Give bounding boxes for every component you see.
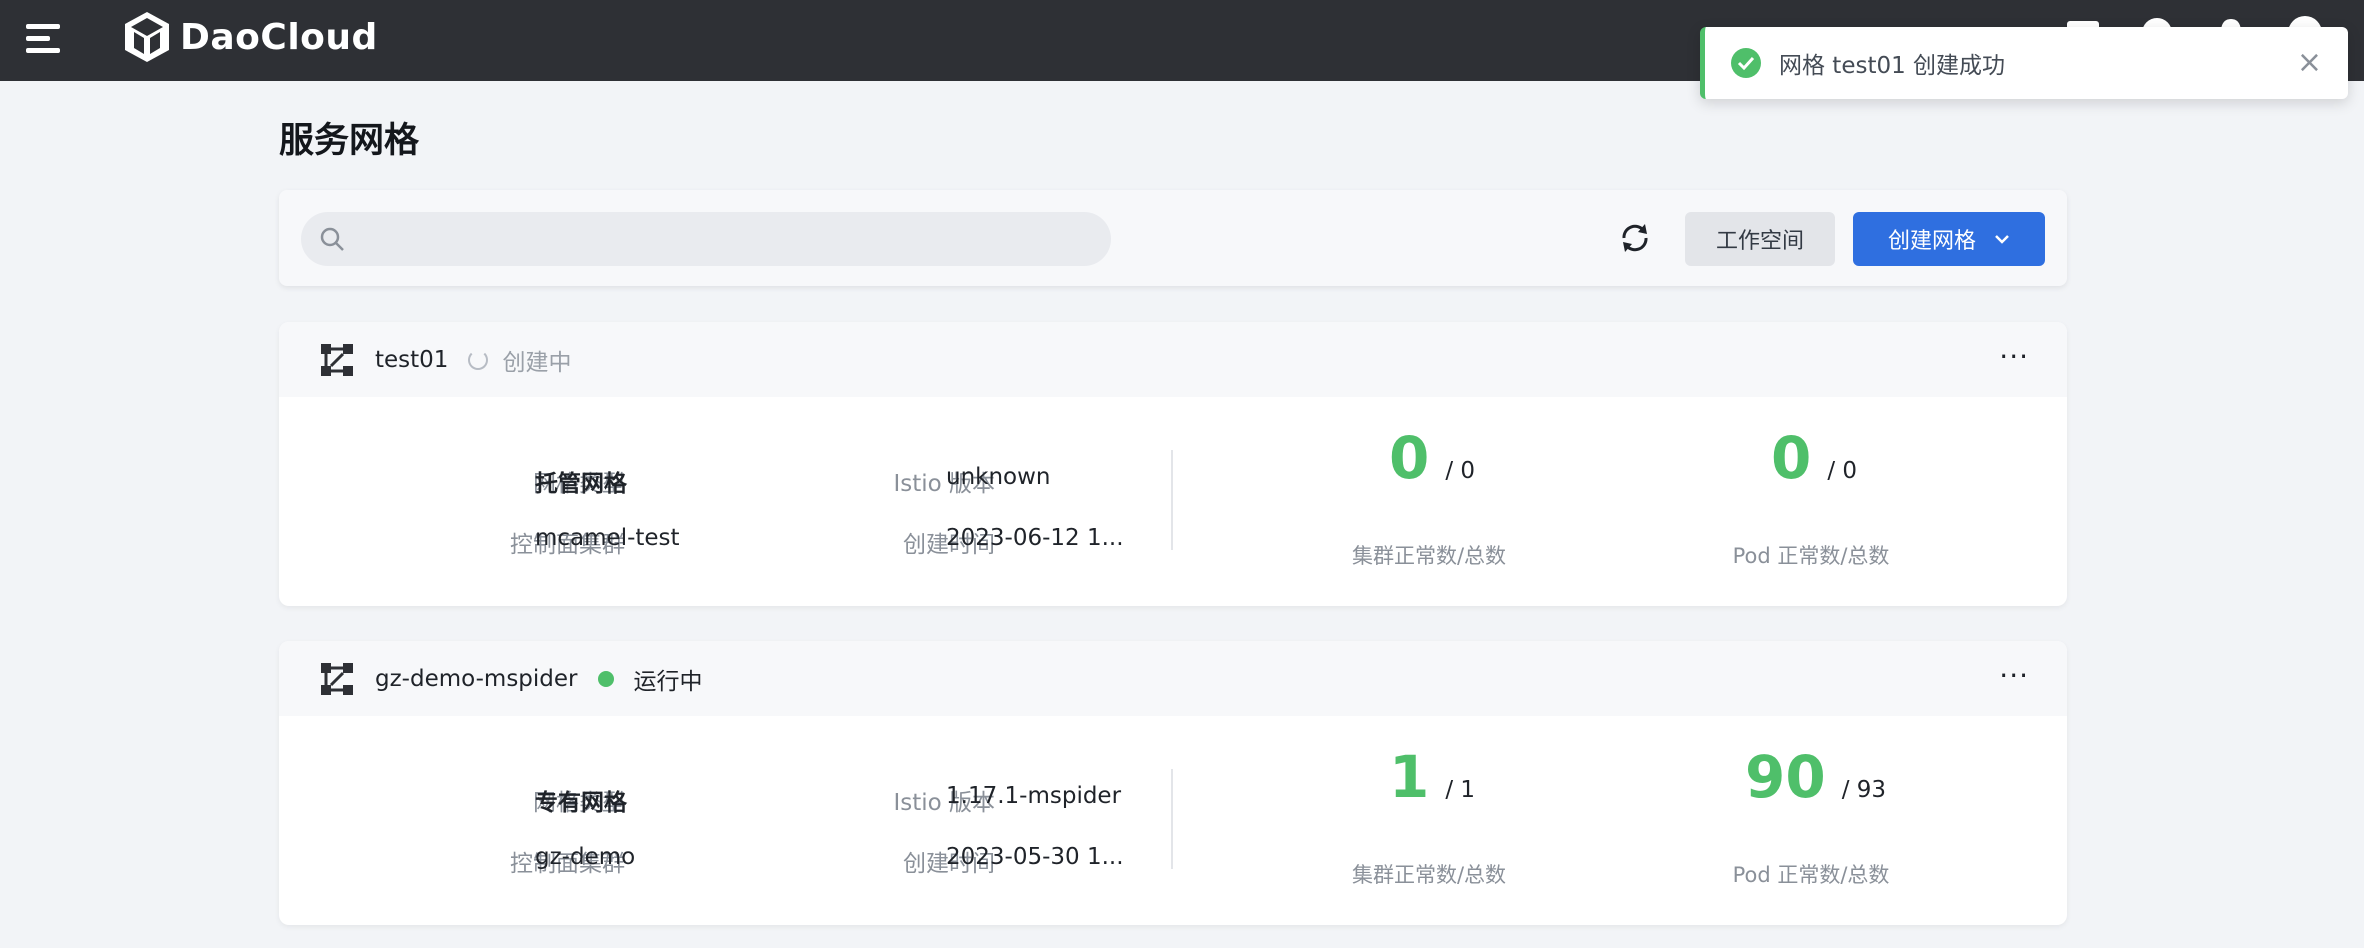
search-input[interactable] bbox=[359, 226, 1079, 252]
success-toast: 网格 test01 创建成功 × bbox=[1700, 27, 2348, 99]
create-mesh-label: 创建网格 bbox=[1887, 229, 1976, 254]
status-badge: 创建中 bbox=[468, 343, 571, 377]
chevron-down-icon bbox=[1995, 235, 2009, 244]
create-mesh-button[interactable]: 创建网格 bbox=[1853, 212, 2045, 266]
control-cluster-value: gz-demo bbox=[535, 844, 636, 870]
cluster-total-count: / 1 bbox=[1445, 777, 1476, 803]
mesh-type-value: 专有网格 bbox=[535, 790, 627, 816]
more-actions-icon[interactable]: ··· bbox=[1999, 340, 2029, 373]
pod-ratio-label: Pod 正常数/总数 bbox=[1732, 863, 1890, 887]
control-cluster-value: mcamel-test bbox=[535, 525, 680, 551]
cluster-ok-count: 0 bbox=[1389, 424, 1430, 492]
logo[interactable]: DaoCloud bbox=[122, 10, 378, 64]
status-text: 运行中 bbox=[633, 668, 703, 695]
pod-ratio-label: Pod 正常数/总数 bbox=[1732, 544, 1890, 568]
cluster-ok-count: 1 bbox=[1389, 743, 1430, 811]
toolbar: 工作空间 创建网格 bbox=[279, 190, 2067, 286]
toast-message: 网格 test01 创建成功 bbox=[1779, 53, 2006, 79]
create-time-value: 2023-06-12 1... bbox=[946, 525, 1124, 551]
mesh-card[interactable]: test01 创建中 ··· 网格类型 托管网格 Istio 版本 unknow… bbox=[279, 322, 2067, 606]
search-icon bbox=[320, 227, 344, 251]
pod-metric: 90 / 93 bbox=[1745, 743, 1886, 811]
create-time-value: 2023-05-30 1... bbox=[946, 844, 1124, 870]
status-text: 创建中 bbox=[502, 349, 572, 376]
divider bbox=[1171, 769, 1173, 869]
divider bbox=[1171, 450, 1173, 550]
cluster-total-count: / 0 bbox=[1445, 458, 1476, 484]
istio-version-value: 1.17.1-mspider bbox=[946, 783, 1122, 809]
daocloud-logo-icon bbox=[125, 12, 169, 62]
mesh-card[interactable]: gz-demo-mspider 运行中 ··· 网格类型 专有网格 Istio … bbox=[279, 641, 2067, 925]
status-badge: 运行中 bbox=[597, 662, 703, 696]
mesh-name[interactable]: test01 bbox=[375, 347, 448, 373]
mesh-type-value: 托管网格 bbox=[535, 471, 627, 497]
loading-spinner-icon bbox=[468, 349, 489, 370]
cluster-ratio-label: 集群正常数/总数 bbox=[1351, 863, 1507, 887]
cluster-metric: 1 / 1 bbox=[1389, 743, 1475, 811]
cluster-ratio-label: 集群正常数/总数 bbox=[1351, 544, 1507, 568]
istio-version-value: unknown bbox=[946, 464, 1051, 490]
cluster-metric: 0 / 0 bbox=[1389, 424, 1475, 492]
mesh-icon bbox=[321, 343, 353, 376]
more-actions-icon[interactable]: ··· bbox=[1999, 659, 2029, 692]
status-dot-icon bbox=[597, 670, 614, 687]
workspace-button[interactable]: 工作空间 bbox=[1685, 212, 1835, 266]
pod-ok-count: 90 bbox=[1745, 743, 1826, 811]
search-box[interactable] bbox=[301, 212, 1111, 266]
pod-total-count: / 0 bbox=[1827, 458, 1858, 484]
pod-ok-count: 0 bbox=[1771, 424, 1812, 492]
pod-total-count: / 93 bbox=[1841, 777, 1887, 803]
check-circle-icon bbox=[1731, 48, 1761, 78]
menu-icon[interactable] bbox=[26, 22, 62, 56]
pod-metric: 0 / 0 bbox=[1771, 424, 1857, 492]
mesh-name[interactable]: gz-demo-mspider bbox=[375, 666, 578, 692]
refresh-icon[interactable] bbox=[1615, 218, 1655, 258]
mesh-icon bbox=[321, 662, 353, 695]
page-title: 服务网格 bbox=[279, 121, 420, 161]
mesh-card-header: test01 创建中 ··· bbox=[279, 322, 2067, 397]
close-icon[interactable]: × bbox=[2297, 48, 2322, 78]
mesh-card-header: gz-demo-mspider 运行中 ··· bbox=[279, 641, 2067, 716]
logo-text: DaoCloud bbox=[180, 16, 378, 58]
